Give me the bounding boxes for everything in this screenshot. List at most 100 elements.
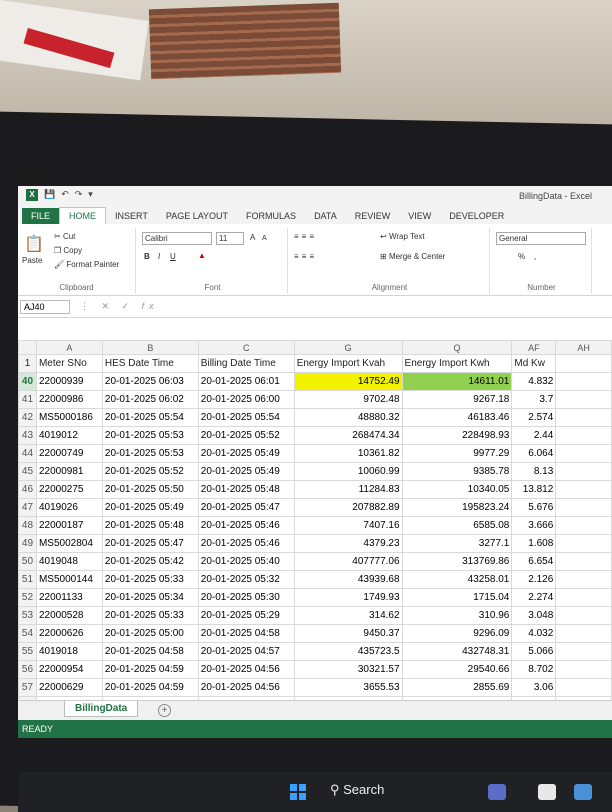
table-cell[interactable]: 9450.37 [293,624,403,643]
table-cell[interactable]: 20-01-2025 04:57 [197,642,295,661]
table-cell[interactable]: 22000981 [35,462,103,481]
table-cell[interactable]: 4.832 [511,372,557,391]
table-cell[interactable]: 9977.29 [401,444,513,463]
name-box[interactable]: AJ40 [20,300,70,314]
table-cell[interactable]: 22000275 [35,480,103,499]
table-cell[interactable] [555,444,612,463]
table-cell[interactable] [555,588,612,607]
table-cell[interactable]: 20-01-2025 06:01 [197,372,295,391]
tab-review[interactable]: REVIEW [346,208,400,224]
table-cell[interactable]: 20-01-2025 05:29 [197,606,295,625]
row-header[interactable]: 53 [18,606,37,625]
table-cell[interactable]: 314.62 [293,606,403,625]
table-cell[interactable]: 195823.24 [401,498,513,517]
table-cell[interactable]: 20-01-2025 05:00 [101,624,199,643]
tab-home[interactable]: HOME [59,207,107,224]
header-cell[interactable]: Md Kw [511,354,557,373]
table-cell[interactable]: 20-01-2025 05:54 [197,408,295,427]
table-cell[interactable]: 20-01-2025 06:00 [197,390,295,409]
tab-file[interactable]: FILE [22,208,60,224]
table-cell[interactable]: 1749.93 [293,588,403,607]
column-header[interactable]: Q [401,340,513,355]
table-cell[interactable]: 20-01-2025 05:42 [101,552,199,571]
table-cell[interactable]: 20-01-2025 05:49 [197,444,295,463]
row-header[interactable]: 46 [18,480,37,499]
table-cell[interactable] [555,390,612,409]
header-cell[interactable]: Energy Import Kwh [401,354,513,373]
table-cell[interactable] [555,606,612,625]
table-cell[interactable]: 3.7 [511,390,557,409]
table-cell[interactable]: 6585.08 [401,516,513,535]
row-header[interactable]: 49 [18,534,37,553]
table-cell[interactable]: 20-01-2025 05:49 [101,498,199,517]
header-cell[interactable]: Meter SNo [35,354,103,373]
column-header[interactable]: AF [511,340,557,355]
table-cell[interactable]: 9385.78 [401,462,513,481]
table-cell[interactable]: 13.812 [511,480,557,499]
row-header[interactable]: 45 [18,462,37,481]
sheet-tab-billingdata[interactable]: BillingData [64,701,139,717]
table-cell[interactable]: 20-01-2025 06:03 [101,372,199,391]
row-header[interactable]: 42 [18,408,37,427]
table-cell[interactable]: 20-01-2025 05:52 [101,462,199,481]
table-cell[interactable]: 20-01-2025 04:59 [101,678,199,697]
table-cell[interactable]: 9296.09 [401,624,513,643]
table-cell[interactable]: 20-01-2025 05:46 [197,534,295,553]
table-cell[interactable]: 22000939 [35,372,103,391]
table-cell[interactable] [555,498,612,517]
row-header[interactable]: 54 [18,624,37,643]
table-cell[interactable]: 6.064 [511,444,557,463]
table-cell[interactable]: 268474.34 [293,426,403,445]
table-cell[interactable]: 22001133 [35,588,103,607]
bold-button[interactable]: B [144,252,150,261]
table-cell[interactable]: 2.574 [511,408,557,427]
table-cell[interactable]: 228498.93 [401,426,513,445]
table-cell[interactable]: 8.702 [511,660,557,679]
table-cell[interactable]: 20-01-2025 05:33 [101,606,199,625]
table-cell[interactable]: 1.608 [511,534,557,553]
tab-insert[interactable]: INSERT [106,208,157,224]
row-header[interactable]: 52 [18,588,37,607]
taskbar-search[interactable]: ⚲ Search [330,782,384,798]
header-cell[interactable]: HES Date Time [101,354,199,373]
table-cell[interactable]: 20-01-2025 05:30 [197,588,295,607]
format-painter-button[interactable]: 🖌 Format Painter [54,260,119,269]
table-cell[interactable]: 3.666 [511,516,557,535]
merge-center-button[interactable]: ⊞ Merge & Center [380,252,445,261]
row-header[interactable]: 1 [18,354,37,373]
table-cell[interactable] [555,660,612,679]
table-cell[interactable]: 30321.57 [293,660,403,679]
table-cell[interactable] [555,462,612,481]
column-header[interactable]: G [293,340,403,355]
table-cell[interactable]: MS5000186 [35,408,103,427]
table-cell[interactable]: 20-01-2025 05:48 [101,516,199,535]
table-cell[interactable] [555,534,612,553]
table-cell[interactable]: 3.06 [511,678,557,697]
table-cell[interactable]: 9702.48 [293,390,403,409]
table-cell[interactable]: 20-01-2025 05:34 [101,588,199,607]
table-cell[interactable]: 407777.06 [293,552,403,571]
table-cell[interactable]: MS5000144 [35,570,103,589]
formula-icons[interactable]: ⋮ ✕ ✓ fx [80,301,159,312]
table-cell[interactable]: 310.96 [401,606,513,625]
table-cell[interactable]: 2855.69 [401,678,513,697]
taskbar-app-icon[interactable] [488,784,506,800]
table-cell[interactable]: 432748.31 [401,642,513,661]
comma-button[interactable]: , [534,252,536,261]
table-cell[interactable]: 20-01-2025 05:32 [197,570,295,589]
table-cell[interactable]: 11284.83 [293,480,403,499]
font-name-box[interactable]: Calibri [142,232,212,245]
table-cell[interactable]: 48880.32 [293,408,403,427]
table-cell[interactable]: 46183.46 [401,408,513,427]
header-cell[interactable]: Energy Import Kvah [293,354,403,373]
table-cell[interactable]: 20-01-2025 06:02 [101,390,199,409]
table-cell[interactable]: 20-01-2025 04:56 [197,660,295,679]
table-cell[interactable]: 6.654 [511,552,557,571]
table-cell[interactable]: 435723.5 [293,642,403,661]
table-cell[interactable]: 43258.01 [401,570,513,589]
table-cell[interactable]: 29540.66 [401,660,513,679]
table-cell[interactable]: 7407.16 [293,516,403,535]
shrink-font-button[interactable]: A [262,235,267,242]
table-cell[interactable]: 20-01-2025 05:33 [101,570,199,589]
table-cell[interactable]: 5.676 [511,498,557,517]
